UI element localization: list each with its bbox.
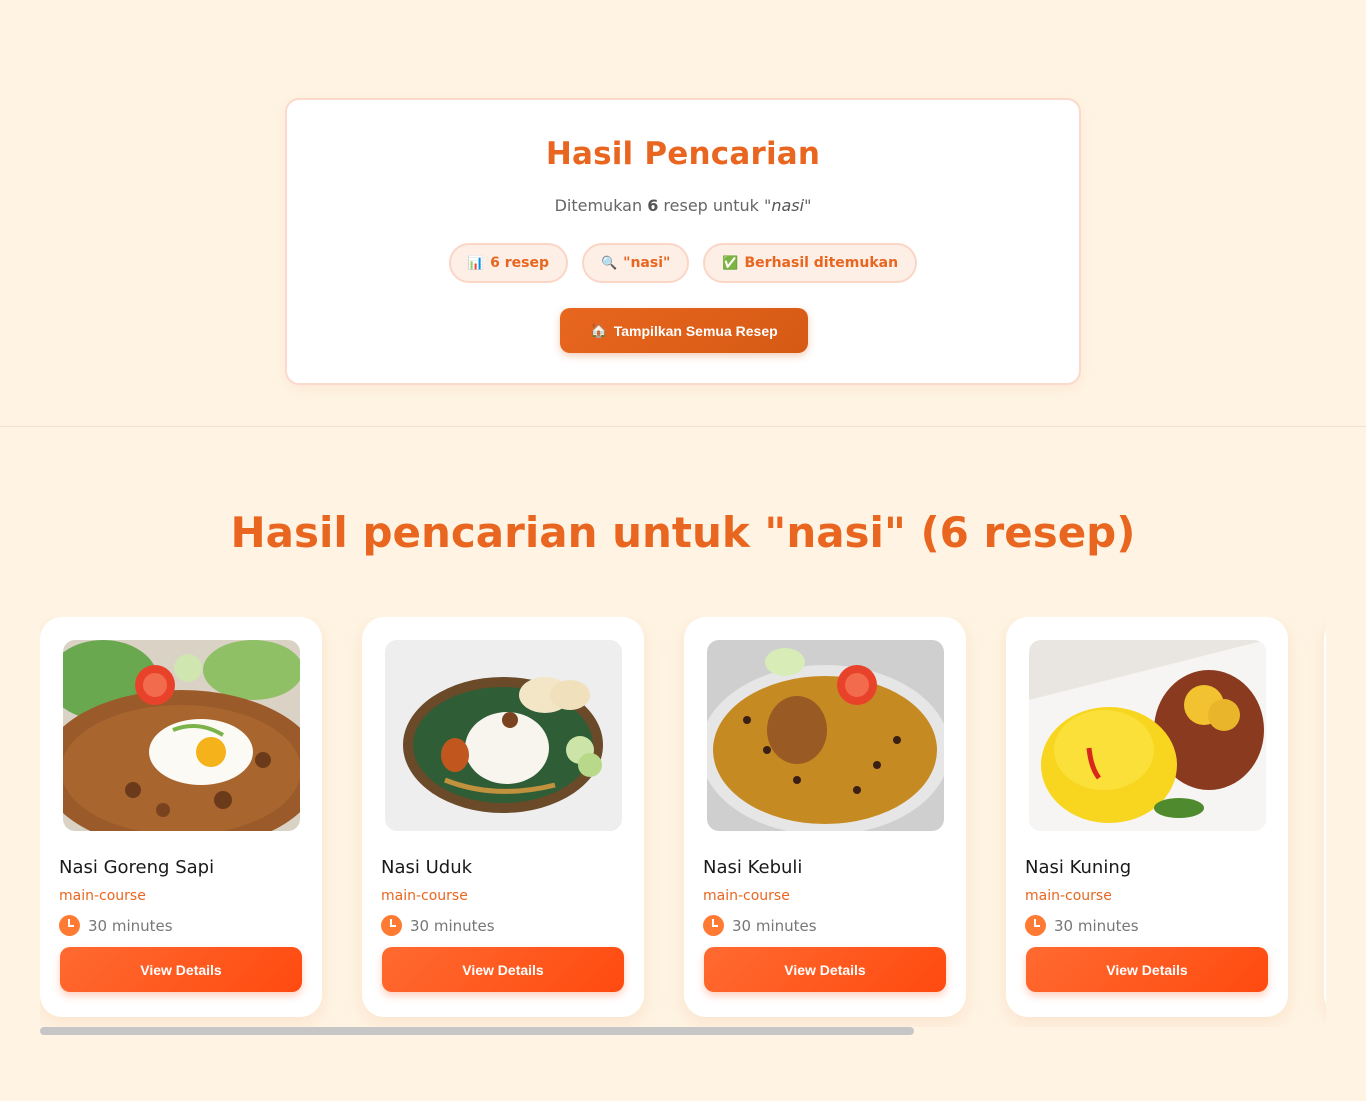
recipe-title: Nasi Kebuli (703, 857, 803, 878)
check-mark-icon: ✅ (722, 255, 739, 271)
recipe-time: 30 minutes (1025, 915, 1139, 936)
recipe-time-label: 30 minutes (1054, 916, 1139, 935)
summary-prefix: Ditemukan (554, 196, 648, 215)
carousel-scrollbar[interactable] (40, 1027, 1326, 1035)
chip-label: Berhasil ditemukan (744, 255, 899, 271)
view-details-button[interactable]: View Details (1026, 947, 1268, 992)
recipe-time: 30 minutes (381, 915, 495, 936)
chip-query: 🔍 "nasi" (581, 243, 690, 283)
recipe-card: Nasi Goreng Sapi main-course 30 minutes … (40, 617, 322, 1017)
recipe-category: main-course (1025, 888, 1112, 904)
show-all-recipes-button[interactable]: 🏠 Tampilkan Semua Resep (560, 308, 808, 353)
recipe-category: main-course (59, 888, 146, 904)
recipe-time: 30 minutes (703, 915, 817, 936)
clock-icon (703, 915, 724, 936)
home-icon: 🏠 (590, 322, 608, 338)
results-heading: Hasil pencarian untuk "nasi" (6 resep) (230, 508, 1136, 557)
bar-chart-icon: 📊 (467, 255, 485, 271)
view-details-button[interactable]: View Details (382, 947, 624, 992)
search-result-title: Hasil Pencarian (545, 136, 821, 172)
magnifier-icon: 🔍 (600, 255, 618, 271)
recipe-time: 30 minutes (59, 915, 173, 936)
recipe-image (1029, 640, 1266, 831)
clock-icon (59, 915, 80, 936)
recipe-time-label: 30 minutes (88, 916, 173, 935)
recipe-card: Nasi Kebuli main-course 30 minutes View … (684, 617, 966, 1017)
result-chips: 📊 6 resep 🔍 "nasi" ✅ Berhasil ditemukan (287, 243, 1079, 283)
summary-suffix: " (804, 196, 812, 215)
recipe-image (385, 640, 622, 831)
carousel-scrollbar-thumb[interactable] (40, 1027, 914, 1035)
recipe-time-label: 30 minutes (410, 916, 495, 935)
recipe-title: Nasi Goreng Sapi (59, 857, 215, 878)
recipe-time-label: 30 minutes (732, 916, 817, 935)
recipe-image (63, 640, 300, 831)
clock-icon (1025, 915, 1046, 936)
search-summary-section: Hasil Pencarian Ditemukan 6 resep untuk … (0, 0, 1366, 427)
search-result-summary: Ditemukan 6 resep untuk "nasi" (287, 196, 1079, 215)
chip-recipe-count: 📊 6 resep (448, 243, 568, 283)
recipe-category: main-course (703, 888, 790, 904)
chip-status: ✅ Berhasil ditemukan (703, 243, 918, 283)
recipe-image (707, 640, 944, 831)
clock-icon (381, 915, 402, 936)
recipe-card-partial (1324, 617, 1326, 1017)
summary-middle: resep untuk " (658, 196, 772, 215)
summary-query: nasi (771, 196, 805, 215)
recipe-card: Nasi Uduk main-course 30 minutes View De… (362, 617, 644, 1017)
recipe-category: main-course (381, 888, 468, 904)
summary-count: 6 (647, 196, 659, 215)
show-all-label: Tampilkan Semua Resep (613, 322, 778, 339)
chip-label: "nasi" (623, 255, 671, 271)
recipe-card: Nasi Kuning main-course 30 minutes View … (1006, 617, 1288, 1017)
recipe-carousel[interactable]: Nasi Goreng Sapi main-course 30 minutes … (40, 617, 1326, 1027)
view-details-button[interactable]: View Details (60, 947, 302, 992)
chip-label: 6 resep (490, 255, 549, 271)
recipe-title: Nasi Kuning (1025, 857, 1132, 878)
recipe-title: Nasi Uduk (381, 857, 473, 878)
view-details-button[interactable]: View Details (704, 947, 946, 992)
search-result-card: Hasil Pencarian Ditemukan 6 resep untuk … (285, 98, 1081, 385)
